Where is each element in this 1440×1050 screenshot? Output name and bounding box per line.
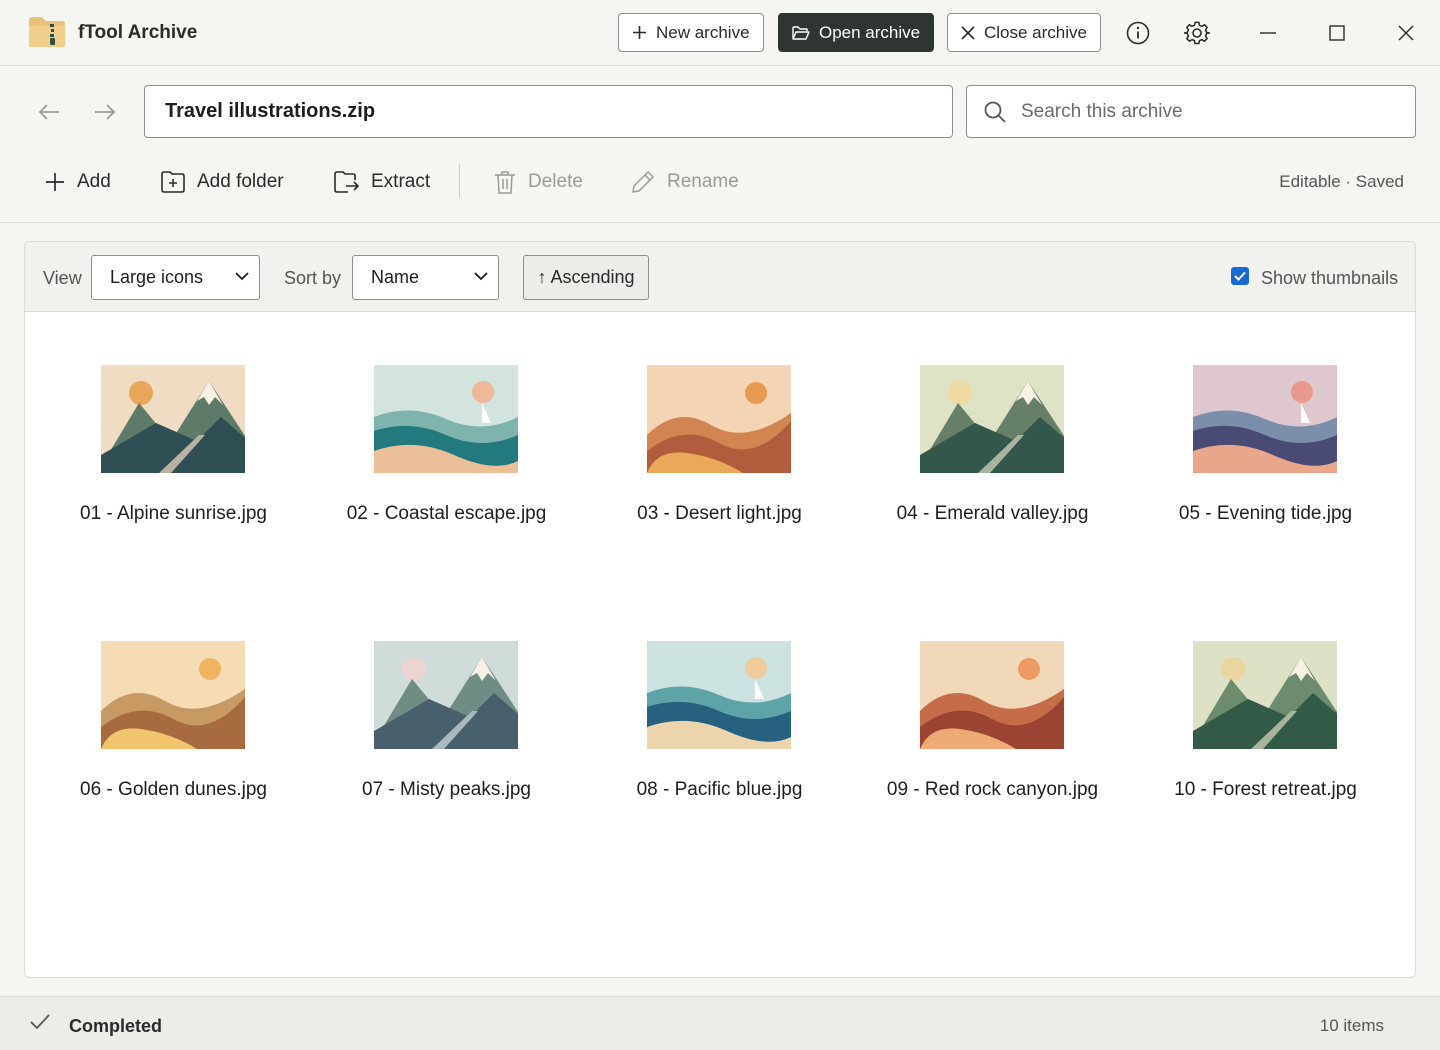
archive-folder-icon [29, 17, 65, 47]
search-box[interactable] [966, 85, 1416, 138]
sort-select[interactable]: Name [352, 255, 499, 300]
info-icon [1126, 21, 1150, 45]
new-archive-button[interactable]: New archive [618, 13, 764, 52]
plus-icon [633, 26, 646, 39]
file-name: 01 - Alpine sunrise.jpg [80, 503, 267, 524]
sort-select-value: Name [371, 267, 420, 287]
settings-button[interactable] [1180, 16, 1214, 50]
file-tile[interactable]: 08 - Pacific blue.jpg [583, 589, 856, 809]
file-browser-panel: View Large icons Sort by Name ↑ Ascendin… [24, 241, 1416, 978]
show-thumbnails-checkbox[interactable] [1231, 267, 1249, 285]
file-thumbnail[interactable] [920, 641, 1064, 749]
file-thumbnail[interactable] [101, 365, 245, 473]
file-thumbnail[interactable] [647, 365, 791, 473]
view-select-value: Large icons [110, 267, 204, 287]
new-archive-label: New archive [656, 22, 750, 42]
file-thumbnail[interactable] [1193, 365, 1337, 473]
file-name: 10 - Forest retreat.jpg [1174, 779, 1357, 800]
chevron-down-icon [235, 272, 249, 281]
add-label: Add [77, 171, 111, 192]
view-select[interactable]: Large icons [91, 255, 260, 300]
file-thumbnail[interactable] [101, 641, 245, 749]
file-tile[interactable]: 01 - Alpine sunrise.jpg [37, 313, 310, 533]
folder-export-icon [334, 171, 359, 193]
open-archive-button[interactable]: Open archive [778, 13, 935, 52]
extract-button[interactable]: Extract [334, 166, 430, 198]
add-button[interactable]: Add [45, 166, 111, 198]
archive-path-field[interactable]: Travel illustrations.zip [144, 85, 953, 138]
trash-icon [495, 171, 515, 194]
add-folder-button[interactable]: Add folder [161, 166, 284, 198]
file-thumbnail[interactable] [374, 365, 518, 473]
delete-button[interactable]: Delete [494, 166, 583, 198]
sort-label: Sort by [284, 268, 342, 288]
file-grid: 01 - Alpine sunrise.jpg 02 - Coastal esc… [25, 313, 1415, 977]
maximize-button[interactable] [1320, 16, 1354, 50]
divider [0, 222, 1440, 223]
file-name: 09 - Red rock canyon.jpg [886, 779, 1099, 800]
checkmark-icon [1234, 271, 1246, 281]
close-icon [961, 25, 975, 40]
status-bar: Completed 10 items [0, 996, 1440, 1050]
file-name: 06 - Golden dunes.jpg [80, 779, 267, 800]
file-name: 05 - Evening tide.jpg [1178, 503, 1353, 524]
add-folder-label: Add folder [197, 171, 284, 192]
delete-label: Delete [528, 171, 583, 192]
maximize-icon [1329, 25, 1345, 41]
gear-icon [1184, 21, 1210, 45]
view-label: View [43, 268, 82, 288]
window-close-button[interactable] [1389, 16, 1423, 50]
back-button[interactable] [32, 96, 66, 128]
extract-label: Extract [371, 171, 431, 192]
close-archive-button[interactable]: Close archive [947, 13, 1101, 52]
close-icon [1398, 25, 1414, 41]
file-thumbnail[interactable] [920, 365, 1064, 473]
file-tile[interactable]: 05 - Evening tide.jpg [1129, 313, 1402, 533]
file-tile[interactable]: 03 - Desert light.jpg [583, 313, 856, 533]
search-input[interactable] [1021, 86, 1401, 137]
title-bar: fTool Archive New archive Open archive C… [0, 0, 1440, 66]
folder-add-icon [161, 171, 185, 193]
file-tile[interactable]: 04 - Emerald valley.jpg [856, 313, 1129, 533]
file-name: 03 - Desert light.jpg [637, 503, 802, 524]
minimize-button[interactable] [1251, 16, 1285, 50]
file-name: 07 - Misty peaks.jpg [362, 779, 531, 800]
file-name: 08 - Pacific blue.jpg [636, 779, 803, 800]
arrow-left-icon [38, 104, 59, 120]
sort-order-button[interactable]: ↑ Ascending [523, 255, 649, 300]
forward-button[interactable] [88, 96, 122, 128]
arrow-right-icon [95, 104, 116, 120]
file-tile[interactable]: 09 - Red rock canyon.jpg [856, 589, 1129, 809]
item-count: 10 items [1319, 1016, 1384, 1035]
file-thumbnail[interactable] [1193, 641, 1337, 749]
minimize-icon [1260, 32, 1276, 34]
toolbar-separator [459, 164, 460, 198]
open-archive-label: Open archive [819, 22, 921, 42]
view-controls: View Large icons Sort by Name ↑ Ascendin… [25, 242, 1415, 312]
file-thumbnail[interactable] [647, 641, 791, 749]
status-label: Completed [69, 1016, 163, 1036]
file-tile[interactable]: 07 - Misty peaks.jpg [310, 589, 583, 809]
file-tile[interactable]: 06 - Golden dunes.jpg [37, 589, 310, 809]
rename-label: Rename [667, 171, 739, 192]
file-name: 04 - Emerald valley.jpg [896, 503, 1089, 524]
show-thumbnails-label: Show thumbnails [1261, 268, 1399, 288]
rename-button[interactable]: Rename [631, 166, 739, 198]
checkmark-icon [30, 1014, 50, 1030]
close-archive-label: Close archive [984, 22, 1087, 42]
file-thumbnail[interactable] [374, 641, 518, 749]
plus-icon [46, 173, 64, 191]
app-title: fTool Archive [78, 22, 198, 43]
info-button[interactable] [1121, 16, 1155, 50]
file-tile[interactable]: 02 - Coastal escape.jpg [310, 313, 583, 533]
search-icon [984, 101, 1006, 123]
file-name: 02 - Coastal escape.jpg [346, 503, 547, 524]
edit-status: Editable · Saved [1279, 172, 1404, 191]
folder-open-icon [792, 25, 810, 40]
pencil-icon [632, 171, 654, 193]
file-tile[interactable]: 10 - Forest retreat.jpg [1129, 589, 1402, 809]
chevron-down-icon [474, 272, 488, 281]
